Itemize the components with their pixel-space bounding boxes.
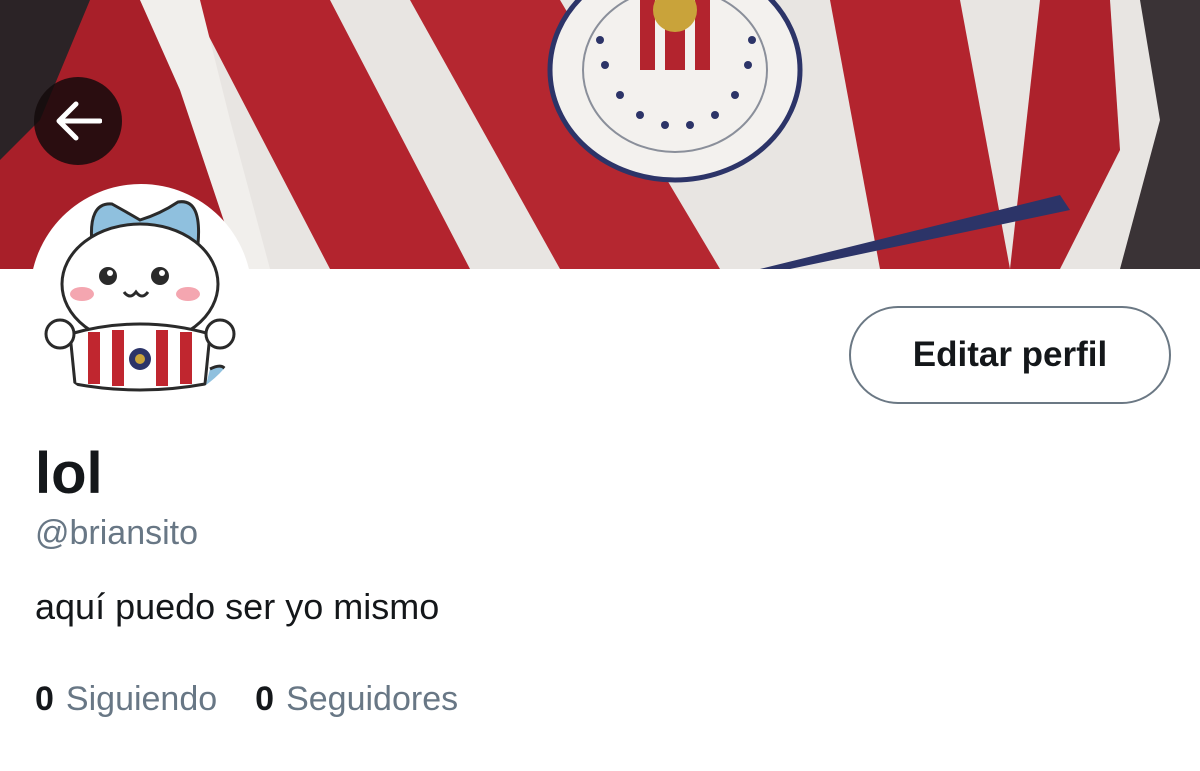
username-handle: @briansito xyxy=(35,514,199,552)
profile-avatar[interactable] xyxy=(30,184,252,406)
edit-profile-button[interactable]: Editar perfil xyxy=(849,306,1171,404)
following-label: Siguiendo xyxy=(65,680,218,718)
followers-link[interactable]: 0 Seguidores xyxy=(255,678,458,720)
profile-bio: aquí puedo ser yo mismo xyxy=(35,586,440,627)
arrow-left-icon xyxy=(56,101,102,141)
followers-label: Seguidores xyxy=(286,680,459,718)
following-link[interactable]: 0 Siguiendo xyxy=(35,678,217,720)
display-name: lol xyxy=(35,441,103,506)
followers-count: 0 xyxy=(255,680,275,718)
back-button[interactable] xyxy=(34,77,122,165)
following-count: 0 xyxy=(35,680,54,718)
cat-avatar xyxy=(44,200,236,394)
profile-stats: 0 Siguiendo 0 Seguidores xyxy=(35,678,458,720)
